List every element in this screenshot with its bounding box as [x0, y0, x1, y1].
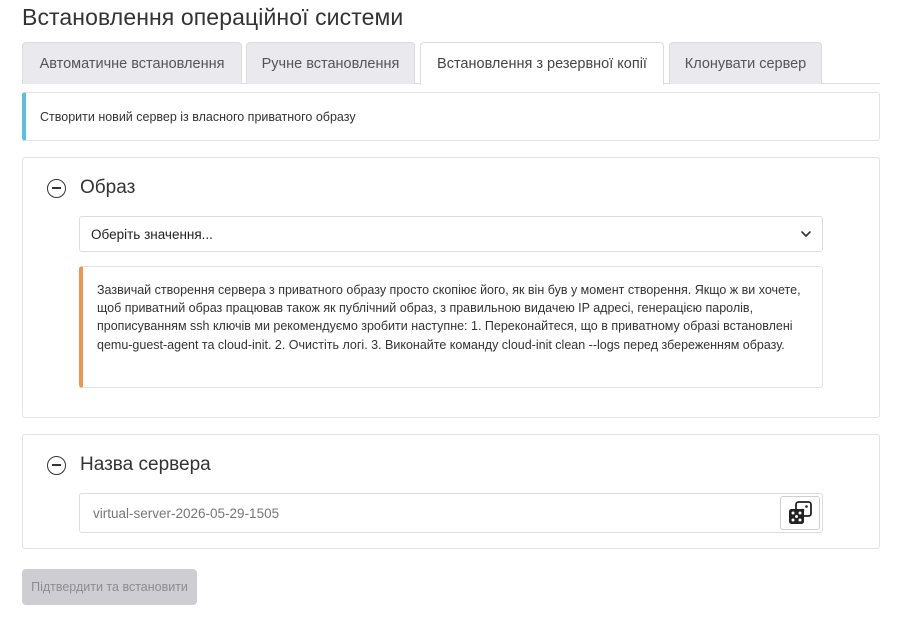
image-select-value: Оберіть значення...: [91, 226, 213, 242]
info-alert: Створити новий сервер із власного приват…: [22, 92, 880, 141]
server-name-input[interactable]: [80, 494, 776, 532]
minus-circle-icon[interactable]: [47, 178, 66, 198]
server-name-panel-title: Назва сервера: [80, 454, 211, 475]
tab-clone-server[interactable]: Клонувати сервер: [669, 42, 822, 84]
minus-circle-icon[interactable]: [47, 455, 66, 475]
image-warning-alert: Зазвичай створення сервера з приватного …: [79, 266, 823, 388]
info-alert-text: Створити новий сервер із власного приват…: [40, 109, 356, 124]
server-name-field: [79, 493, 823, 533]
chevron-down-icon: [801, 231, 811, 237]
tab-backup-install[interactable]: Встановлення з резервної копії: [420, 42, 664, 85]
page-title: Встановлення операційної системи: [22, 4, 404, 30]
tab-automatic-install[interactable]: Автоматичне встановлення: [22, 42, 242, 84]
image-panel-title: Образ: [80, 177, 136, 198]
tab-bar: Автоматичне встановлення Ручне встановле…: [22, 42, 880, 85]
image-panel: Образ Оберіть значення... Зазвичай створ…: [22, 157, 880, 418]
image-select[interactable]: Оберіть значення...: [79, 216, 823, 252]
image-panel-header: Образ: [47, 177, 135, 199]
dice-icon: [789, 501, 812, 524]
image-warning-text: Зазвичай створення сервера з приватного …: [97, 283, 801, 352]
random-name-button[interactable]: [780, 496, 820, 530]
tab-manual-install[interactable]: Ручне встановлення: [246, 42, 415, 84]
server-name-panel-header: Назва сервера: [47, 454, 211, 476]
server-name-panel: Назва сервера: [22, 434, 880, 549]
confirm-install-button[interactable]: Підтвердити та встановити: [22, 569, 197, 605]
